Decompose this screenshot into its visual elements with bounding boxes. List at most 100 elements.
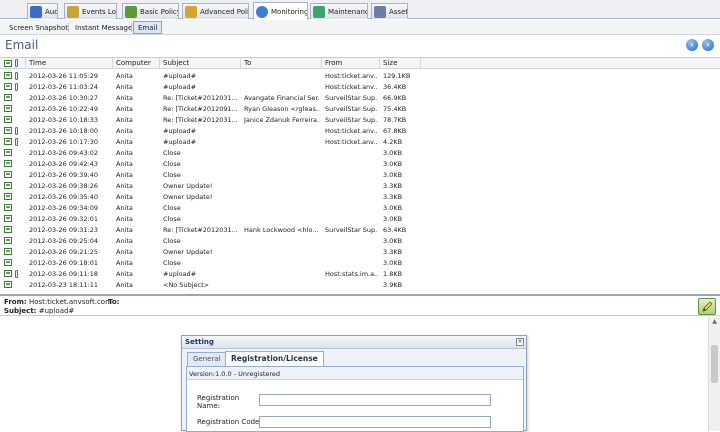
cell-subject: Close xyxy=(163,149,181,157)
cell-time: 2012-03-26 10:18:33 xyxy=(29,116,99,124)
table-row[interactable]: 2012-03-26 09:18:01 Anita Close 3.0KB xyxy=(0,257,720,268)
cell-time: 2012-03-26 09:42:43 xyxy=(29,160,99,168)
table-row[interactable]: 2012-03-23 18:11:11 Anita <No Subject> 3.9K… xyxy=(0,279,720,290)
cell-size: 3.9KB xyxy=(383,281,403,289)
attachment-icon xyxy=(15,138,18,146)
cell-size: 3.0KB xyxy=(383,149,403,157)
close-icon[interactable]: × xyxy=(516,338,524,346)
cell-time: 2012-03-26 10:22:49 xyxy=(29,105,99,113)
asset-icon xyxy=(374,5,386,18)
table-row[interactable]: 2012-03-26 10:17:30 Anita #upload# Host:tic… xyxy=(0,136,720,147)
table-row[interactable]: 2012-03-26 11:03:24 Anita #upload# Host:tic… xyxy=(0,81,720,92)
forward-arrow-icon[interactable]: › xyxy=(702,39,714,51)
attachment-icon xyxy=(15,72,18,80)
subtab-screen-snapshot[interactable]: Screen Snapshot xyxy=(4,21,73,34)
cell-size: 3.0KB xyxy=(383,171,403,179)
mail-column-icon[interactable] xyxy=(4,60,12,67)
cell-subject: #upload# xyxy=(163,270,197,278)
tab-registration-license[interactable]: Registration/License xyxy=(225,351,324,366)
dialog-title-bar[interactable]: Setting × xyxy=(182,336,526,349)
cell-size: 3.0KB xyxy=(383,237,403,245)
preview-subject: Subject: #upload# xyxy=(4,307,74,315)
email-preview-header: From: Host:ticket.anvsoft.com To: Subjec… xyxy=(0,294,720,316)
table-row[interactable]: 2012-03-26 09:21:25 Anita Owner Update! 3.3… xyxy=(0,246,720,257)
cell-size: 67.8KB xyxy=(383,127,407,135)
cell-size: 36.4KB xyxy=(383,83,407,91)
table-row[interactable]: 2012-03-26 10:18:33 Anita Re: [Ticket#2012… xyxy=(0,114,720,125)
table-row[interactable]: 2012-03-26 09:42:43 Anita Close 3.0KB xyxy=(0,158,720,169)
cell-time: 2012-03-26 10:18:00 xyxy=(29,127,99,135)
cell-from: SurveilStar Sup... xyxy=(325,226,378,234)
column-computer[interactable]: Computer xyxy=(116,59,151,67)
cell-time: 2012-03-26 09:43:02 xyxy=(29,149,99,157)
column-from[interactable]: From xyxy=(325,59,342,67)
tab-asset[interactable]: Asset xyxy=(371,3,408,19)
tab-basic-policy[interactable]: Basic Policy xyxy=(122,3,179,19)
column-size[interactable]: Size xyxy=(383,59,397,67)
cell-from: Host:ticket.anv... xyxy=(325,83,378,91)
scroll-thumb[interactable] xyxy=(711,345,718,383)
table-row[interactable]: 2012-03-26 11:05:29 Anita #upload# Host:tic… xyxy=(0,70,720,81)
tab-general[interactable]: General xyxy=(187,352,227,366)
column-separator xyxy=(321,58,322,69)
column-to[interactable]: To xyxy=(244,59,251,67)
maintenance-icon xyxy=(313,5,325,18)
table-row[interactable]: 2012-03-26 09:25:04 Anita Close 3.0KB xyxy=(0,235,720,246)
table-row[interactable]: 2012-03-26 10:22:49 Anita Re: [Ticket#2012… xyxy=(0,103,720,114)
tab-advanced-policy[interactable]: Advanced Polic xyxy=(182,3,249,19)
table-row[interactable]: 2012-03-26 09:11:18 Anita #upload# Host:sta… xyxy=(0,268,720,279)
table-row[interactable]: 2012-03-26 09:35:40 Anita Owner Update! 3.3… xyxy=(0,191,720,202)
table-row[interactable]: 2012-03-26 10:30:27 Anita Re: [Ticket#2012… xyxy=(0,92,720,103)
tab-events-log[interactable]: Events Log xyxy=(64,3,117,19)
table-row[interactable]: 2012-03-26 09:39:40 Anita Close 3.0KB xyxy=(0,169,720,180)
table-row[interactable]: 2012-03-26 09:34:09 Anita Close 3.0KB xyxy=(0,202,720,213)
cell-computer: Anita xyxy=(116,215,133,223)
back-arrow-icon[interactable]: ‹ xyxy=(686,39,698,51)
cell-computer: Anita xyxy=(116,72,133,80)
cell-time: 2012-03-26 11:03:24 xyxy=(29,83,99,91)
cell-size: 63.4KB xyxy=(383,226,407,234)
vertical-scrollbar[interactable]: ▲ xyxy=(708,317,720,431)
tab-audit[interactable]: Audit xyxy=(27,3,58,19)
table-row[interactable]: 2012-03-26 09:32:01 Anita Close 3.0KB xyxy=(0,213,720,224)
registration-code-input[interactable] xyxy=(259,416,491,428)
tab-label: Advanced Polic xyxy=(200,7,249,16)
cell-computer: Anita xyxy=(116,204,133,212)
column-subject[interactable]: Subject xyxy=(163,59,189,67)
email-icon xyxy=(4,149,12,156)
cell-time: 2012-03-26 09:34:09 xyxy=(29,204,99,212)
email-icon xyxy=(4,270,12,277)
column-separator xyxy=(420,58,421,69)
cell-from: SurveilStar Sup... xyxy=(325,116,378,124)
table-row[interactable]: 2012-03-26 09:38:26 Anita Owner Update! 3.3… xyxy=(0,180,720,191)
cell-subject: Close xyxy=(163,259,181,267)
email-icon xyxy=(4,160,12,167)
registration-name-input[interactable] xyxy=(259,394,491,406)
table-row[interactable]: 2012-03-26 09:31:23 Anita Re: [Ticket#2012… xyxy=(0,224,720,235)
attachment-icon xyxy=(15,270,18,278)
column-time[interactable]: Time xyxy=(29,59,46,67)
email-icon xyxy=(4,72,12,79)
version-bar: Version:1.0.0 - Unregistered xyxy=(187,367,523,380)
scroll-up-icon[interactable]: ▲ xyxy=(711,319,718,325)
attachment-column-icon[interactable] xyxy=(15,59,18,67)
cell-subject: Close xyxy=(163,160,181,168)
cell-subject: #upload# xyxy=(163,138,197,146)
cell-computer: Anita xyxy=(116,94,133,102)
tab-monitoring[interactable]: Monitoring xyxy=(253,2,308,20)
pencil-icon[interactable] xyxy=(698,298,716,315)
subtab-email[interactable]: Email xyxy=(133,21,163,34)
tab-label: Basic Policy xyxy=(140,7,179,16)
cell-time: 2012-03-26 09:31:23 xyxy=(29,226,99,234)
cell-from: Host:ticket.anv... xyxy=(325,138,378,146)
table-row[interactable]: 2012-03-26 10:18:00 Anita #upload# Host:tic… xyxy=(0,125,720,136)
email-icon xyxy=(4,237,12,244)
cell-computer: Anita xyxy=(116,259,133,267)
table-row[interactable]: 2012-03-26 09:43:02 Anita Close 3.0KB xyxy=(0,147,720,158)
subject-value: #upload# xyxy=(38,307,75,315)
tab-maintenance[interactable]: Maintenance xyxy=(310,3,368,19)
registration-code-label: Registration Code: xyxy=(197,418,262,426)
subtab-instant-message[interactable]: Instant Message xyxy=(70,21,137,34)
cell-computer: Anita xyxy=(116,149,133,157)
registration-name-label: Registration Name: xyxy=(197,394,240,410)
